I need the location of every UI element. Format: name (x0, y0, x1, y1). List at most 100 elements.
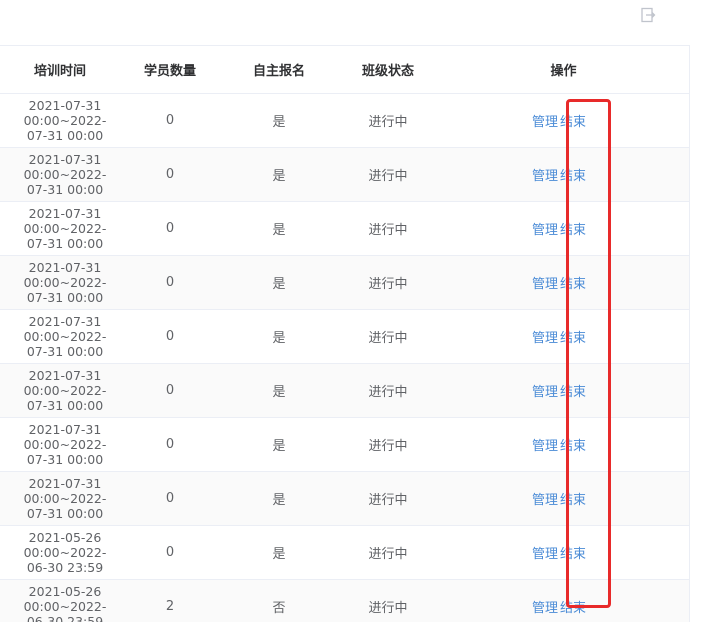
manage-link[interactable]: 管理 (532, 601, 558, 616)
table-row: 2021-07-31 00:00~2022- 07-31 00:00 0 是进行中 管理结… (0, 417, 689, 472)
cell-self-enroll: 是 (220, 255, 338, 310)
training-time-line: 2021-05-26 (28, 584, 102, 599)
training-time-line: 07-31 00:00 (26, 236, 104, 251)
cell-training-time: 2021-05-26 00:00~2022- 06-30 23:59 (0, 525, 120, 580)
cell-student-count: 2 (120, 579, 220, 622)
end-link[interactable]: 结束 (560, 331, 586, 346)
cell-student-count: 0 (120, 363, 220, 418)
end-link[interactable]: 结束 (560, 439, 586, 454)
training-time-line: 00:00~2022- (23, 599, 107, 614)
cell-self-enroll: 是 (220, 93, 338, 148)
cell-class-status: 进行中 (338, 525, 438, 580)
cell-class-status: 进行中 (338, 93, 438, 148)
manage-link[interactable]: 管理 (532, 223, 558, 238)
cell-self-enroll: 是 (220, 471, 338, 526)
cell-actions: 管理 结束 (438, 147, 689, 202)
training-time-line: 00:00~2022- (23, 167, 107, 182)
manage-link[interactable]: 管理 (532, 439, 558, 454)
cell-actions: 管理 结束 (438, 255, 689, 310)
cell-class-status: 进行中 (338, 471, 438, 526)
cell-actions: 管理 结束 (438, 417, 689, 472)
table-row: 2021-05-26 00:00~2022- 06-30 23:59 2 否进行中 管理结… (0, 579, 689, 622)
training-time-line: 00:00~2022- (23, 329, 107, 344)
training-time-line: 2021-07-31 (28, 206, 102, 221)
end-link[interactable]: 结束 (560, 601, 586, 616)
cell-class-status: 进行中 (338, 309, 438, 364)
table-row: 2021-07-31 00:00~2022- 07-31 00:00 0 是进行中 管理结… (0, 93, 689, 148)
cell-class-status: 进行中 (338, 363, 438, 418)
cell-actions: 管理 结束 (438, 363, 689, 418)
table-row: 2021-07-31 00:00~2022- 07-31 00:00 0 是进行中 管理结… (0, 147, 689, 202)
cell-training-time: 2021-07-31 00:00~2022- 07-31 00:00 (0, 363, 120, 418)
cell-self-enroll: 是 (220, 309, 338, 364)
training-time-line: 00:00~2022- (23, 437, 107, 452)
manage-link[interactable]: 管理 (532, 493, 558, 508)
end-link[interactable]: 结束 (560, 115, 586, 130)
end-link[interactable]: 结束 (560, 277, 586, 292)
end-link[interactable]: 结束 (560, 223, 586, 238)
cell-self-enroll: 是 (220, 417, 338, 472)
training-time-line: 07-31 00:00 (26, 290, 104, 305)
manage-link[interactable]: 管理 (532, 547, 558, 562)
cell-actions: 管理 结束 (438, 525, 689, 580)
training-time-line: 2021-07-31 (28, 152, 102, 167)
cell-student-count: 0 (120, 471, 220, 526)
cell-class-status: 进行中 (338, 255, 438, 310)
table-row: 2021-07-31 00:00~2022- 07-31 00:00 0 是进行中 管理结… (0, 255, 689, 310)
header-class-status: 班级状态 (338, 46, 438, 94)
manage-link[interactable]: 管理 (532, 115, 558, 130)
table-row: 2021-05-26 00:00~2022- 06-30 23:59 0 是进行中 管理结… (0, 525, 689, 580)
cell-student-count: 0 (120, 147, 220, 202)
end-link[interactable]: 结束 (560, 547, 586, 562)
manage-link[interactable]: 管理 (532, 385, 558, 400)
manage-link[interactable]: 管理 (532, 277, 558, 292)
cell-self-enroll: 否 (220, 579, 338, 622)
end-link[interactable]: 结束 (560, 385, 586, 400)
cell-training-time: 2021-07-31 00:00~2022- 07-31 00:00 (0, 255, 120, 310)
end-link[interactable]: 结束 (560, 169, 586, 184)
cell-self-enroll: 是 (220, 147, 338, 202)
training-time-line: 2021-07-31 (28, 98, 102, 113)
training-time-line: 2021-07-31 (28, 476, 102, 491)
cell-student-count: 0 (120, 417, 220, 472)
cell-actions: 管理 结束 (438, 579, 689, 622)
table-row: 2021-07-31 00:00~2022- 07-31 00:00 0 是进行中 管理结… (0, 471, 689, 526)
training-time-line: 2021-07-31 (28, 260, 102, 275)
header-self-enroll: 自主报名 (220, 46, 338, 94)
cell-training-time: 2021-05-26 00:00~2022- 06-30 23:59 (0, 579, 120, 622)
end-link[interactable]: 结束 (560, 493, 586, 508)
manage-link[interactable]: 管理 (532, 331, 558, 346)
cell-training-time: 2021-07-31 00:00~2022- 07-31 00:00 (0, 147, 120, 202)
training-time-line: 07-31 00:00 (26, 128, 104, 143)
training-time-line: 00:00~2022- (23, 113, 107, 128)
cell-actions: 管理 结束 (438, 201, 689, 256)
cell-training-time: 2021-07-31 00:00~2022- 07-31 00:00 (0, 309, 120, 364)
cell-student-count: 0 (120, 201, 220, 256)
cell-actions: 管理 结束 (438, 309, 689, 364)
cell-actions: 管理 结束 (438, 471, 689, 526)
cell-class-status: 进行中 (338, 417, 438, 472)
table-row: 2021-07-31 00:00~2022- 07-31 00:00 0 是进行中 管理结… (0, 309, 689, 364)
training-time-line: 07-31 00:00 (26, 398, 104, 413)
cell-student-count: 0 (120, 255, 220, 310)
cell-self-enroll: 是 (220, 525, 338, 580)
table-row: 2021-07-31 00:00~2022- 07-31 00:00 0 是进行中 管理结… (0, 201, 689, 256)
training-time-line: 07-31 00:00 (26, 506, 104, 521)
training-time-line: 00:00~2022- (23, 383, 107, 398)
training-time-line: 00:00~2022- (23, 545, 107, 560)
manage-link[interactable]: 管理 (532, 169, 558, 184)
table-header-row: 培训时间 学员数量 自主报名 班级状态 操作 (0, 46, 689, 94)
cell-class-status: 进行中 (338, 579, 438, 622)
cell-class-status: 进行中 (338, 201, 438, 256)
cell-class-status: 进行中 (338, 147, 438, 202)
header-student-count: 学员数量 (120, 46, 220, 94)
training-time-line: 00:00~2022- (23, 491, 107, 506)
cell-training-time: 2021-07-31 00:00~2022- 07-31 00:00 (0, 93, 120, 148)
cell-training-time: 2021-07-31 00:00~2022- 07-31 00:00 (0, 471, 120, 526)
training-time-line: 00:00~2022- (23, 221, 107, 236)
training-time-line: 00:00~2022- (23, 275, 107, 290)
table-row: 2021-07-31 00:00~2022- 07-31 00:00 0 是进行中 管理结… (0, 363, 689, 418)
training-time-line: 2021-07-31 (28, 422, 102, 437)
export-icon[interactable] (640, 7, 656, 23)
cell-self-enroll: 是 (220, 201, 338, 256)
